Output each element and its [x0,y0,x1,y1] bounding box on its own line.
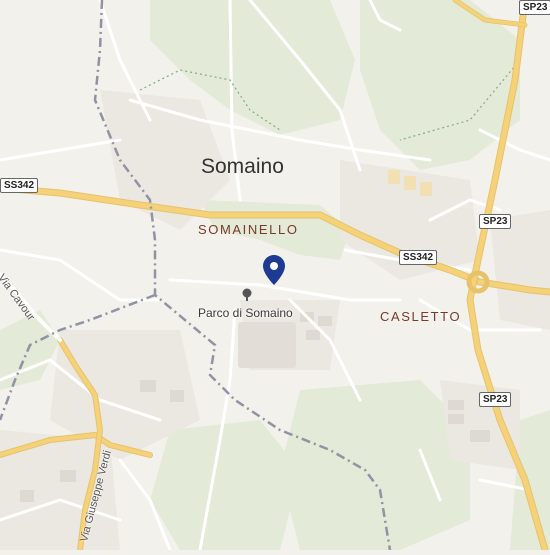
hamlet-label-casletto[interactable]: CASLETTO [380,309,461,324]
road-shield-ss342-west: SS342 [0,178,39,193]
road-shield-sp23-mid: SP23 [479,214,512,229]
road-shield-ss342-east: SS342 [399,250,438,265]
sports-area [238,322,296,368]
town-label-somaino[interactable]: Somaino [201,155,284,179]
road-shield-sp23-top: SP23 [519,0,550,15]
road-shield-sp23-low: SP23 [479,392,512,407]
tree-icon [242,288,252,301]
park-label[interactable]: Parco di Somaino [198,306,293,320]
map-canvas[interactable]: Somaino SOMAINELLO CASLETTO Parco di Som… [0,0,550,554]
location-pin-icon[interactable] [262,254,286,286]
hamlet-label-somainello[interactable]: SOMAINELLO [198,222,299,237]
